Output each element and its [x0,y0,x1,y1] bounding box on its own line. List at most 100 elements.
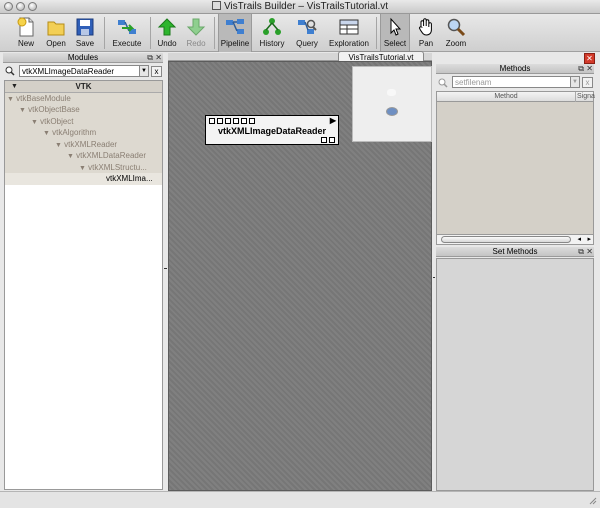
history-label: History [259,39,285,48]
module-box[interactable]: ▶ vtkXMLImageDataReader [205,115,339,145]
search-icon [438,78,448,88]
module-name: vtkXMLImageDataReader [217,126,327,136]
save-button[interactable]: Save [70,14,100,52]
scroll-right-icon[interactable]: ▸ [587,235,591,243]
methods-table: Method Signa [436,91,595,239]
redo-arrow-icon [186,18,206,36]
new-label: New [17,39,34,48]
tree-item[interactable]: ▼ vtkXMLStructu... [5,161,162,173]
app-icon [211,1,221,10]
tree-item[interactable]: ▼ vtkObject [5,115,162,127]
method-search-input[interactable]: setfilenam ▼ [452,76,580,88]
undo-button[interactable]: Undo [153,14,181,52]
tree-header-vtk[interactable]: ▼ VTK [5,81,162,93]
toolbar-separator [104,17,105,49]
select-label: Select [383,39,407,48]
select-button[interactable]: Select [380,14,410,52]
clear-method-search-label: x [585,78,590,87]
module-menu-arrow-icon[interactable]: ▶ [330,116,336,125]
tree-item[interactable]: ▼ vtkBaseModule [5,92,162,104]
tree-item-label: vtkXMLIma... [106,174,153,183]
toolbar-separator [150,17,151,49]
chevron-down-icon[interactable]: ▼ [570,77,579,87]
resize-grip-icon[interactable] [588,496,597,505]
minimap-view-marker [387,89,396,96]
pipeline-label: Pipeline [220,39,250,48]
tree-expand-icon: ▼ [19,107,26,114]
close-red-icon[interactable]: ✕ [584,53,595,64]
chevron-down-icon[interactable]: ▼ [139,66,148,76]
close-panel-icon[interactable]: ✕ [155,53,162,63]
module-search-row: vtkXMLImageDataReader ▼ x [3,63,163,79]
history-tree-icon [263,18,281,35]
method-search-row: setfilenam ▼ x [436,75,594,90]
tree-item-label: VTK [75,82,92,91]
input-port[interactable] [217,118,223,124]
new-button[interactable]: New [10,14,42,52]
tree-item-label: vtkBaseModule [16,93,71,103]
minimap-module-marker [386,107,398,116]
tree-item[interactable]: vtkXMLIma... [5,173,162,185]
input-port[interactable] [233,118,239,124]
exploration-button[interactable]: Exploration [327,14,371,52]
column-header-signature[interactable]: Signa [575,92,595,102]
clear-search-label: x [154,67,159,76]
module-tree: ▼ VTK ▼ vtkBaseModule ▼ vtkObjectBase ▼ v… [4,80,163,490]
input-port[interactable] [249,118,255,124]
input-port[interactable] [241,118,247,124]
tree-item[interactable]: ▼ vtkXMLDataReader [5,150,162,162]
exploration-grid-icon [339,19,359,35]
pipeline-button[interactable]: Pipeline [218,14,252,52]
tree-item[interactable]: ▼ vtkXMLReader [5,138,162,150]
methods-horizontal-scrollbar[interactable]: ◂ ▸ [436,234,594,245]
module-search-value: vtkXMLImageDataReader [22,67,115,76]
column-header-method[interactable]: Method [437,92,575,102]
close-panel-icon[interactable]: ✕ [586,64,593,74]
redo-button[interactable]: Redo [182,14,210,52]
execute-button[interactable]: Execute [110,14,144,52]
open-button[interactable]: Open [40,14,72,52]
scroll-left-icon[interactable]: ◂ [577,235,581,243]
clear-search-button[interactable]: x [151,66,162,77]
module-search-input[interactable]: vtkXMLImageDataReader ▼ [19,65,149,77]
query-button[interactable]: Query [292,14,322,52]
close-panel-icon[interactable]: ✕ [586,247,593,257]
pipeline-minimap[interactable] [352,66,432,142]
modules-panel-title: Modules [67,53,99,62]
scrollbar-thumb[interactable] [441,236,571,243]
float-panel-icon[interactable]: ⧉ [147,53,153,63]
floppy-disk-icon [76,18,94,36]
arrow-cursor-icon [390,17,402,36]
tree-expand-icon: ▼ [79,164,86,172]
methods-area: ✕ Methods ⧉ ✕ setfilenam ▼ x Method Sign… [434,53,596,491]
pipeline-icon [226,19,244,34]
zoom-button[interactable]: Zoom [442,14,470,52]
window-title: VisTrails Builder – VisTrailsTutorial.vt [0,1,600,12]
tree-expand-icon: ▼ [31,118,38,126]
toolbar-separator [214,17,215,49]
output-port[interactable] [329,137,335,143]
undo-label: Undo [157,39,177,48]
toolbar: New Open Save Execute Undo Redo Pipeline… [0,14,600,52]
input-port[interactable] [225,118,231,124]
output-port[interactable] [321,137,327,143]
splitter-handle[interactable] [164,268,167,269]
tree-expand-icon: ▼ [11,83,18,90]
clear-method-search-button[interactable]: x [582,77,593,88]
save-label: Save [75,39,95,48]
method-search-value: setfilenam [455,78,492,87]
pan-button[interactable]: Pan [412,14,440,52]
set-methods-panel-header: Set Methods ⧉ ✕ [436,247,594,257]
tree-item-label: vtkXMLStructu... [88,162,147,172]
float-panel-icon[interactable]: ⧉ [578,247,584,257]
modules-panel-header: Modules ⧉ ✕ [3,53,163,63]
new-file-icon [17,17,34,37]
tree-item[interactable]: ▼ vtkAlgorithm [5,127,162,139]
tree-item[interactable]: ▼ vtkObjectBase [5,104,162,116]
history-button[interactable]: History [256,14,288,52]
redo-label: Redo [186,39,206,48]
float-panel-icon[interactable]: ⧉ [578,64,584,74]
input-port[interactable] [209,118,215,124]
execute-label: Execute [112,39,142,48]
tree-item-label: vtkObject [40,116,74,126]
